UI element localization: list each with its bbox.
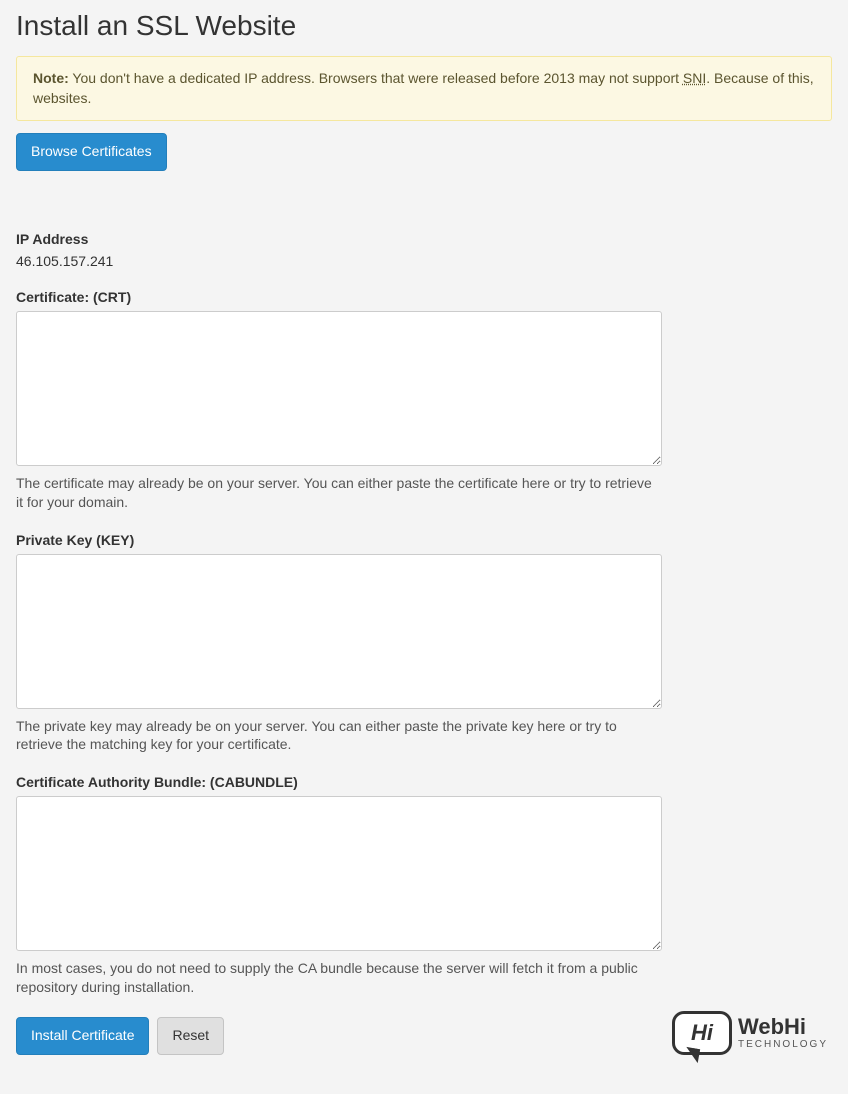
cabundle-group: Certificate Authority Bundle: (CABUNDLE)…: [16, 774, 832, 997]
logo-text-bottom: TECHNOLOGY: [738, 1040, 828, 1050]
certificate-help: The certificate may already be on your s…: [16, 474, 656, 512]
reset-button[interactable]: Reset: [157, 1017, 224, 1055]
certificate-label: Certificate: (CRT): [16, 289, 832, 305]
private-key-input[interactable]: [16, 554, 662, 709]
private-key-help: The private key may already be on your s…: [16, 717, 656, 755]
private-key-group: Private Key (KEY) The private key may al…: [16, 532, 832, 755]
browse-certificates-button[interactable]: Browse Certificates: [16, 133, 167, 171]
cabundle-input[interactable]: [16, 796, 662, 951]
install-certificate-button[interactable]: Install Certificate: [16, 1017, 149, 1055]
logo-text-top: WebHi: [738, 1016, 828, 1038]
brand-logo: Hi WebHi TECHNOLOGY: [672, 1011, 828, 1055]
ip-address-label: IP Address: [16, 231, 832, 247]
cabundle-help: In most cases, you do not need to supply…: [16, 959, 656, 997]
ip-address-value: 46.105.157.241: [16, 253, 832, 269]
page-title: Install an SSL Website: [16, 10, 832, 42]
alert-note: Note: You don't have a dedicated IP addr…: [16, 56, 832, 121]
alert-text-1: You don't have a dedicated IP address. B…: [69, 70, 683, 86]
certificate-input[interactable]: [16, 311, 662, 466]
private-key-label: Private Key (KEY): [16, 532, 832, 548]
alert-label: Note:: [33, 70, 69, 86]
ip-address-group: IP Address 46.105.157.241: [16, 231, 832, 269]
alert-sni: SNI: [683, 70, 706, 86]
cabundle-label: Certificate Authority Bundle: (CABUNDLE): [16, 774, 832, 790]
certificate-group: Certificate: (CRT) The certificate may a…: [16, 289, 832, 512]
logo-bubble-icon: Hi: [672, 1011, 732, 1055]
